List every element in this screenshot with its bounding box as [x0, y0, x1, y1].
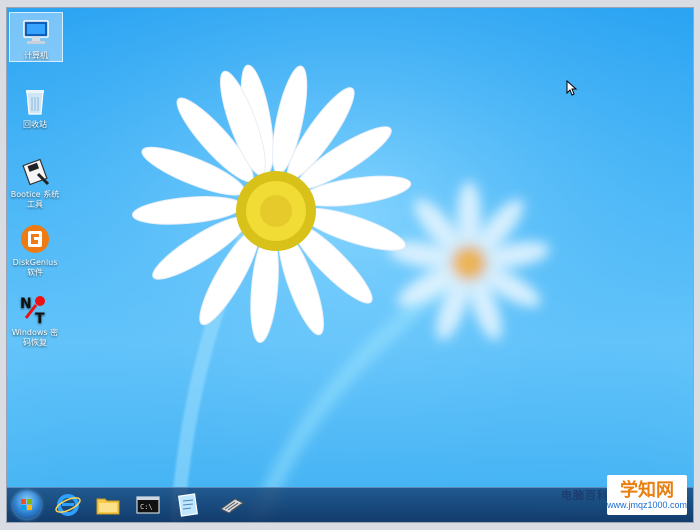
desktop-icon-recycle-bin[interactable]: 回收站	[9, 82, 61, 130]
command-prompt-icon: C:\	[136, 496, 160, 514]
svg-text:T: T	[35, 311, 45, 326]
device-manager-icon	[220, 498, 244, 514]
computer-icon	[23, 20, 49, 44]
desktop-icon-diskgenius[interactable]: DiskGenius 软件	[9, 220, 61, 278]
taskbar-internet-explorer[interactable]	[53, 491, 83, 519]
file-explorer-icon	[96, 498, 120, 515]
desktop-icon-computer[interactable]: 计算机	[9, 12, 63, 62]
start-button[interactable]	[13, 491, 41, 519]
recycle-bin-icon	[26, 90, 44, 115]
desktop-icon-bootice[interactable]: Bootice 系统工具	[9, 152, 61, 210]
site-watermark: 电脑百科 学知网 www.jmqz1000.com	[561, 475, 687, 515]
watermark-url: www.jmqz1000.com	[607, 500, 688, 510]
desktop-icon-windows-password[interactable]: N T Windows 密码恢复	[9, 290, 61, 348]
mouse-cursor-icon	[566, 80, 578, 96]
taskbar-file-explorer[interactable]	[93, 491, 123, 519]
watermark-left-text: 电脑百科	[561, 489, 609, 502]
taskbar-device-manager[interactable]	[217, 491, 247, 519]
ntpwedit-icon: N T	[20, 296, 45, 326]
notepad-icon	[178, 493, 198, 517]
svg-text:C:\: C:\	[140, 503, 153, 511]
taskbar-notepad[interactable]	[173, 491, 203, 519]
internet-explorer-icon	[55, 494, 81, 516]
diskgenius-icon	[21, 225, 49, 253]
bootice-icon	[22, 158, 50, 186]
watermark-badge: 学知网 www.jmqz1000.com	[607, 475, 687, 515]
desktop-wallpaper	[7, 8, 693, 522]
windows-logo-icon	[21, 499, 32, 510]
screenshot-frame: 计算机 回收站 Bootice 系统工具 DiskGenius 软件 N T W…	[6, 7, 694, 523]
taskbar-command-prompt[interactable]: C:\	[133, 491, 163, 519]
svg-text:N: N	[20, 296, 32, 312]
watermark-title: 学知网	[620, 480, 674, 501]
